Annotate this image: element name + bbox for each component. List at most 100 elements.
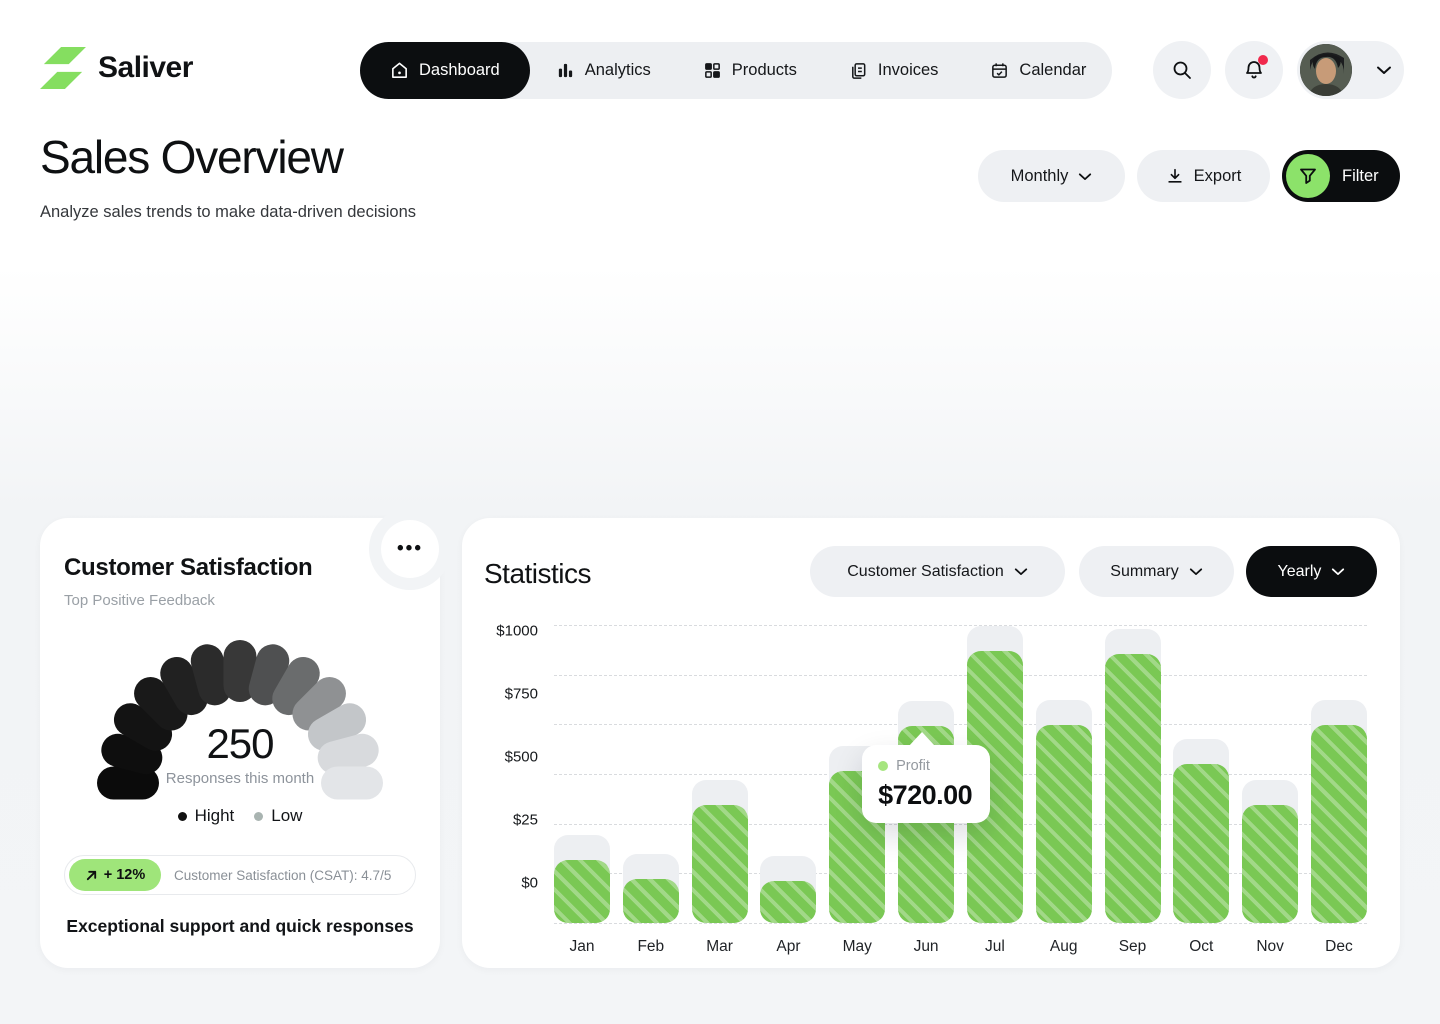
satisfaction-subtitle: Top Positive Feedback <box>64 592 215 609</box>
bar-aug[interactable] <box>1036 700 1092 923</box>
filter-icon <box>1286 154 1330 198</box>
chevron-down-icon <box>1331 567 1345 576</box>
download-icon <box>1166 167 1184 185</box>
y-tick-label: $500 <box>505 749 538 766</box>
delta-badge: + 12% <box>69 859 161 891</box>
tooltip-label: Profit <box>896 758 930 774</box>
legend-item: Low <box>254 806 302 826</box>
x-tick-label: Nov <box>1242 938 1298 956</box>
home-icon <box>390 61 409 80</box>
bar-fill <box>554 860 610 923</box>
statistics-card: Statistics Customer Satisfaction Summary… <box>462 518 1400 968</box>
satisfaction-footer-note: Exceptional support and quick responses <box>40 916 440 937</box>
bar-nov[interactable] <box>1242 780 1298 923</box>
bar-fill <box>760 881 816 923</box>
tooltip-dot-icon <box>878 761 888 771</box>
y-tick-label: $1000 <box>496 623 538 640</box>
search-button[interactable] <box>1153 41 1211 99</box>
bar-sep[interactable] <box>1105 629 1161 923</box>
bar-feb[interactable] <box>623 854 679 923</box>
x-tick-label: May <box>829 938 885 956</box>
arrow-up-right-icon <box>85 869 98 882</box>
gauge-caption: Responses this month <box>40 770 440 787</box>
bar-chart-icon <box>556 61 575 80</box>
x-tick-label: Oct <box>1173 938 1229 956</box>
notification-badge <box>1258 55 1268 65</box>
bar-fill <box>623 879 679 923</box>
period-select[interactable]: Monthly <box>978 150 1125 202</box>
chart-tooltip: Profit $720.00 <box>862 745 990 823</box>
nav-item-calendar[interactable]: Calendar <box>964 42 1112 99</box>
tooltip-caret <box>908 732 936 747</box>
gauge-value: 250 <box>40 720 440 768</box>
bar-fill <box>1311 725 1367 923</box>
x-tick-label: Jan <box>554 938 610 956</box>
chevron-down-icon <box>1078 172 1092 181</box>
customer-satisfaction-card: Customer Satisfaction Top Positive Feedb… <box>40 518 440 968</box>
x-tick-label: Sep <box>1105 938 1161 956</box>
nav-item-invoices[interactable]: Invoices <box>823 42 965 99</box>
chevron-down-icon <box>1376 65 1392 75</box>
x-tick-label: Aug <box>1036 938 1092 956</box>
bar-apr[interactable] <box>760 856 816 923</box>
bar-fill <box>1242 805 1298 923</box>
legend-dot-icon <box>254 812 263 821</box>
x-tick-label: Apr <box>760 938 816 956</box>
nav-item-analytics[interactable]: Analytics <box>530 42 677 99</box>
y-tick-label: $25 <box>513 812 538 829</box>
x-tick-label: Feb <box>623 938 679 956</box>
export-button[interactable]: Export <box>1137 150 1270 202</box>
csat-text: Customer Satisfaction (CSAT): 4.7/5 <box>174 868 391 883</box>
x-axis-labels: Jan Feb Mar Apr May Jun Jul Aug Sep Oct Nov Dec <box>554 938 1367 956</box>
metric-select[interactable]: Customer Satisfaction <box>810 546 1065 597</box>
bar-fill <box>692 805 748 923</box>
x-tick-label: Jun <box>898 938 954 956</box>
chevron-down-icon <box>1189 567 1203 576</box>
tooltip-value: $720.00 <box>878 780 974 811</box>
chevron-down-icon <box>1014 567 1028 576</box>
ellipsis-icon: ••• <box>397 538 423 560</box>
avatar <box>1300 44 1352 96</box>
user-menu[interactable] <box>1297 41 1404 99</box>
x-tick-label: Jul <box>967 938 1023 956</box>
page-title: Sales Overview <box>40 130 343 184</box>
bar-jun[interactable]: Profit$720.00 <box>898 701 954 923</box>
legend-item: Hight <box>178 806 235 826</box>
grid-icon <box>703 61 722 80</box>
y-tick-label: $0 <box>521 875 538 892</box>
x-tick-label: Dec <box>1311 938 1367 956</box>
invoice-icon <box>849 61 868 80</box>
page-subtitle: Analyze sales trends to make data-driven… <box>40 203 416 222</box>
brand-logo[interactable]: Saliver <box>40 46 193 90</box>
bar-chart-plot: Profit $720.00 <box>554 625 1367 923</box>
calendar-icon <box>990 61 1009 80</box>
range-select[interactable]: Yearly <box>1246 546 1377 597</box>
bar-jan[interactable] <box>554 835 610 923</box>
y-tick-label: $750 <box>505 686 538 703</box>
gauge-legend: Hight Low <box>40 806 440 826</box>
brand-name: Saliver <box>98 51 193 85</box>
bar-fill <box>1105 654 1161 923</box>
bar-oct[interactable] <box>1173 739 1229 923</box>
nav-item-products[interactable]: Products <box>677 42 823 99</box>
card-menu-button[interactable]: ••• <box>381 520 439 578</box>
search-icon <box>1171 59 1193 81</box>
x-tick-label: Mar <box>692 938 748 956</box>
logo-icon <box>40 46 86 90</box>
filter-button[interactable]: Filter <box>1282 150 1400 202</box>
satisfaction-gauge <box>40 618 440 818</box>
bar-fill <box>1173 764 1229 923</box>
statistics-title: Statistics <box>484 558 591 590</box>
satisfaction-title: Customer Satisfaction <box>64 554 312 582</box>
bar-fill <box>1036 725 1092 923</box>
bar-mar[interactable] <box>692 780 748 923</box>
main-nav: Dashboard Analytics Products Invoices <box>360 42 1112 99</box>
view-select[interactable]: Summary <box>1079 546 1234 597</box>
bar-dec[interactable] <box>1311 700 1367 923</box>
nav-item-dashboard[interactable]: Dashboard <box>360 42 530 99</box>
notifications-button[interactable] <box>1225 41 1283 99</box>
csat-summary-pill: + 12% Customer Satisfaction (CSAT): 4.7/… <box>64 855 416 895</box>
legend-dot-icon <box>178 812 187 821</box>
gridline <box>554 923 1367 924</box>
y-axis-labels: $1000 $750 $500 $25 $0 <box>462 625 538 923</box>
